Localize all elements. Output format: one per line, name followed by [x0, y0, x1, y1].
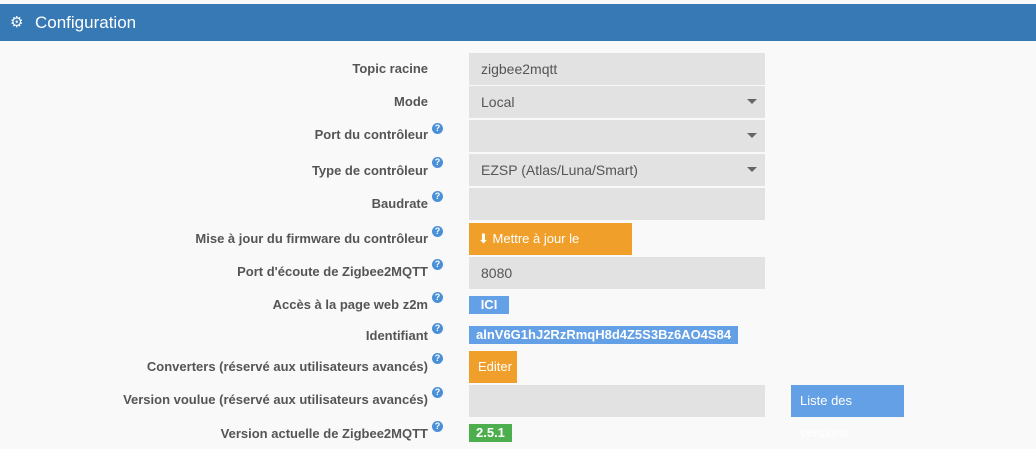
- web-link-badge[interactable]: ICI: [469, 296, 509, 314]
- chevron-down-icon: [747, 133, 757, 138]
- label-topic: Topic racine: [352, 61, 428, 76]
- label-version-wanted: Version voulue (réservé aux utilisateurs…: [123, 392, 428, 407]
- help-icon[interactable]: ?: [432, 353, 443, 364]
- help-icon[interactable]: ?: [432, 292, 443, 303]
- help-icon[interactable]: ?: [432, 421, 443, 432]
- label-version-current: Version actuelle de Zigbee2MQTT: [220, 426, 428, 441]
- mode-select[interactable]: Local: [469, 86, 765, 118]
- help-icon[interactable]: ?: [432, 259, 443, 270]
- label-converters: Converters (réservé aux utilisateurs ava…: [146, 359, 428, 374]
- download-icon: ⬇: [478, 231, 489, 246]
- help-icon[interactable]: ?: [432, 323, 443, 334]
- listen-port-input[interactable]: 8080: [469, 257, 765, 289]
- panel-header: ⚙ Configuration: [0, 4, 1036, 41]
- type-select[interactable]: EZSP (Atlas/Luna/Smart): [469, 154, 765, 186]
- cogs-icon: ⚙: [10, 14, 24, 31]
- label-firmware: Mise à jour du firmware du contrôleur: [195, 231, 428, 246]
- chevron-down-icon: [747, 167, 757, 172]
- label-mode: Mode: [394, 94, 428, 109]
- label-baudrate: Baudrate: [371, 196, 428, 211]
- label-type: Type de contrôleur: [311, 163, 428, 178]
- label-listen-port: Port d'écoute de Zigbee2MQTT: [237, 264, 428, 279]
- help-icon[interactable]: ?: [432, 226, 443, 237]
- update-firmware-button[interactable]: ⬇ Mettre à jour le firmware: [469, 223, 632, 278]
- chevron-down-icon: [747, 99, 757, 104]
- version-badge: 2.5.1: [469, 424, 512, 442]
- baudrate-input[interactable]: [469, 188, 765, 220]
- help-icon[interactable]: ?: [432, 191, 443, 202]
- label-identifiant: Identifiant: [365, 328, 428, 343]
- type-value: EZSP (Atlas/Luna/Smart): [481, 162, 638, 178]
- edit-converters-button[interactable]: Editer: [469, 351, 517, 383]
- version-input[interactable]: [469, 385, 765, 417]
- panel-title: Configuration: [35, 13, 137, 32]
- list-versions-button[interactable]: Liste des versions: [791, 385, 904, 440]
- label-web: Accès à la page web z2m: [272, 297, 428, 312]
- port-select[interactable]: [469, 120, 765, 152]
- label-port: Port du contrôleur: [314, 127, 428, 142]
- identifiant-badge: alnV6G1hJ2RzRmqH8d4Z5S3Bz6AO4S84: [469, 326, 739, 344]
- help-icon[interactable]: ?: [432, 123, 443, 134]
- mode-value: Local: [481, 94, 515, 110]
- help-icon[interactable]: ?: [432, 157, 443, 168]
- topic-input[interactable]: zigbee2mqtt: [469, 53, 765, 85]
- help-icon[interactable]: ?: [432, 387, 443, 398]
